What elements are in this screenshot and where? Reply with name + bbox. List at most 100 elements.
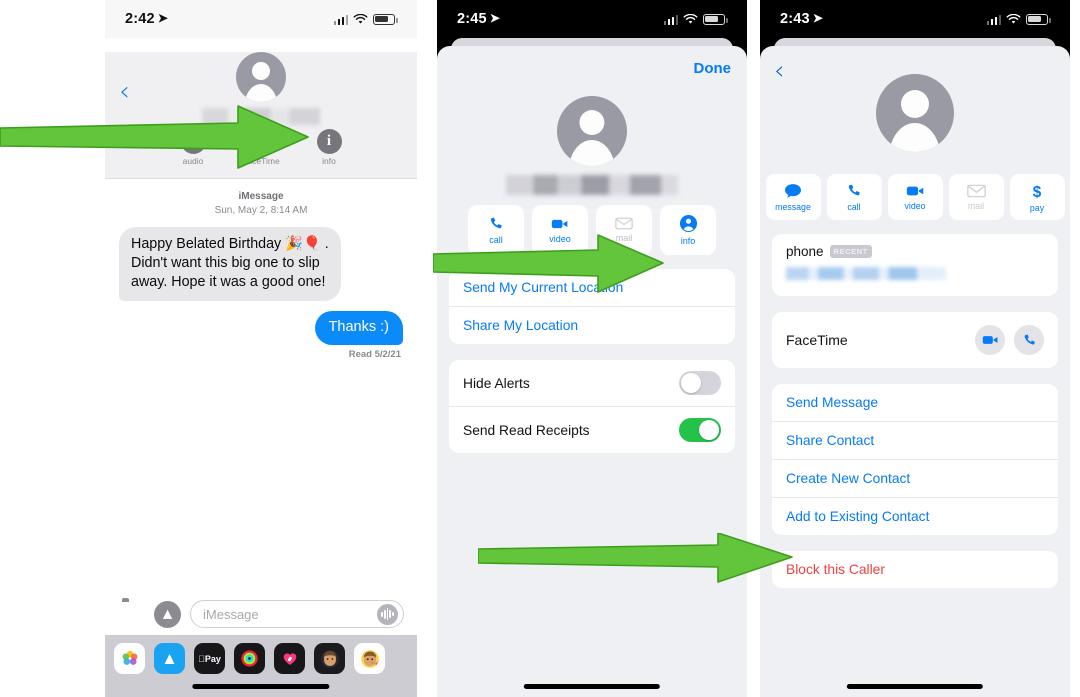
status-bar: 2:42 ➤ [105, 0, 417, 38]
phone-cell-header: phone RECENT [786, 244, 1044, 259]
phone-icon [1024, 334, 1035, 345]
battery-icon [373, 13, 398, 25]
back-chevron-icon[interactable]: ‹ [774, 58, 784, 84]
photos-app-icon[interactable] [114, 643, 145, 674]
svg-text:$: $ [1033, 183, 1042, 199]
details-sheet: Done call video mail info Send My Curren… [437, 46, 747, 697]
details-action-info[interactable]: info [660, 205, 716, 255]
facetime-video-button[interactable] [975, 325, 1005, 355]
dollar-icon: $ [1033, 183, 1042, 199]
battery-icon [703, 13, 728, 25]
wifi-icon [683, 13, 698, 24]
contact-avatar[interactable] [876, 74, 954, 152]
toggles-card: Hide Alerts Send Read Receipts [449, 360, 735, 453]
contact-name-redacted [506, 175, 678, 195]
phone-panel-messages: 2:42 ➤ ‹ ☎ audio ▶ FaceTime i info iMess… [105, 0, 417, 697]
contact-action-mail-label: mail [967, 200, 985, 211]
message-input-placeholder: iMessage [203, 606, 259, 622]
video-icon [982, 336, 997, 344]
create-new-contact-item[interactable]: Create New Contact [772, 459, 1058, 497]
message-input[interactable]: iMessage [190, 600, 404, 628]
home-indicator [192, 684, 330, 689]
phone-icon [490, 217, 502, 228]
home-indicator [523, 684, 661, 689]
phone-panel-contact: 2:43 ➤ ‹ message call video mail $ pay p… [760, 0, 1070, 697]
phone-cell[interactable]: phone RECENT [772, 234, 1058, 296]
location-card: Send My Current Location Share My Locati… [449, 269, 735, 344]
video-icon [906, 186, 923, 195]
message-input-bar: ▲ iMessage [105, 593, 417, 635]
done-button[interactable]: Done [694, 60, 732, 77]
header-action-info-label: info [322, 156, 336, 166]
fitness-app-icon[interactable] [274, 643, 305, 674]
status-bar-left: 2:43 ➤ [780, 11, 823, 27]
memoji-sticker-app-icon[interactable] [354, 643, 385, 674]
apple-pay-label: Pay [201, 653, 221, 664]
memoji-app-icon[interactable] [314, 643, 345, 674]
facetime-card: FaceTime [772, 312, 1058, 368]
back-chevron-icon[interactable]: ‹ [119, 78, 130, 105]
battery-icon [1026, 13, 1051, 25]
add-to-existing-contact-item[interactable]: Add to Existing Contact [772, 497, 1058, 535]
header-action-info[interactable]: i info [303, 129, 355, 166]
cellular-signal-icon [663, 14, 678, 25]
contact-action-call[interactable]: call [826, 174, 882, 220]
hide-alerts-row[interactable]: Hide Alerts [449, 360, 735, 406]
message-bubble-incoming[interactable]: Happy Belated Birthday 🎉🎈 . Didn't want … [119, 227, 341, 301]
contact-avatar[interactable] [557, 96, 627, 166]
contact-action-row: message call video mail $ pay [760, 174, 1070, 220]
status-time: 2:42 [125, 11, 155, 27]
header-action-facetime[interactable]: ▶ FaceTime [235, 129, 287, 166]
phone-label: phone [786, 244, 824, 259]
send-read-receipts-label: Send Read Receipts [463, 422, 590, 438]
send-message-item[interactable]: Send Message [772, 384, 1058, 421]
app-store-button[interactable]: ▲ [154, 600, 181, 628]
share-contact-item[interactable]: Share Contact [772, 421, 1058, 459]
facetime-row: FaceTime [772, 312, 1058, 368]
phone-card[interactable]: phone RECENT [772, 234, 1058, 296]
location-arrow-icon: ➤ [489, 11, 501, 25]
block-caller-card: Block this Caller [772, 551, 1058, 588]
audio-waveform-icon[interactable] [377, 603, 398, 625]
apple-pay-app-icon[interactable]: Pay [194, 643, 225, 674]
contact-action-pay[interactable]: $ pay [1009, 174, 1065, 220]
activity-rings-app-icon[interactable] [234, 643, 265, 674]
screenshot-root: 2:42 ➤ ‹ ☎ audio ▶ FaceTime i info iMess… [0, 0, 1080, 697]
wifi-icon [353, 13, 368, 24]
video-icon: ▶ [248, 129, 274, 154]
phone-number-redacted [786, 267, 946, 280]
status-bar: 2:45 ➤ [437, 0, 747, 38]
app-store-app-icon[interactable]: ▲ [154, 643, 185, 674]
header-action-audio[interactable]: ☎ audio [167, 129, 219, 166]
hide-alerts-toggle[interactable] [679, 371, 721, 395]
send-read-receipts-row[interactable]: Send Read Receipts [449, 406, 735, 453]
message-bubble-icon [785, 183, 801, 198]
facetime-audio-button[interactable] [1014, 325, 1044, 355]
contact-sheet: ‹ message call video mail $ pay phone RE… [760, 46, 1070, 697]
contact-action-video[interactable]: video [887, 174, 943, 220]
message-bubble-outgoing[interactable]: Thanks :) [314, 311, 403, 346]
status-time: 2:45 [457, 11, 487, 27]
details-action-call-label: call [489, 234, 503, 245]
facetime-buttons [975, 325, 1044, 355]
block-this-caller-item[interactable]: Block this Caller [772, 551, 1058, 588]
camera-button[interactable] [118, 601, 145, 628]
details-action-video[interactable]: video [532, 205, 588, 255]
cellular-signal-icon [986, 14, 1001, 25]
phone-panel-details: 2:45 ➤ Done call video mail info Send My… [437, 0, 747, 697]
contact-actions-card: Send Message Share Contact Create New Co… [772, 384, 1058, 535]
location-arrow-icon: ➤ [812, 11, 824, 25]
phone-icon: ☎ [180, 129, 206, 154]
header-action-facetime-label: FaceTime [242, 156, 280, 166]
contact-action-message[interactable]: message [765, 174, 821, 220]
details-action-video-label: video [549, 233, 571, 244]
phone-icon [848, 184, 860, 195]
contact-action-call-label: call [847, 201, 861, 212]
send-read-receipts-toggle[interactable] [679, 418, 721, 442]
details-action-call[interactable]: call [468, 205, 524, 255]
share-my-location-item[interactable]: Share My Location [449, 306, 735, 344]
status-bar-left: 2:45 ➤ [457, 11, 500, 27]
send-my-current-location-item[interactable]: Send My Current Location [449, 269, 735, 306]
app-store-icon: ▲ [159, 605, 176, 623]
contact-avatar[interactable] [236, 52, 286, 102]
